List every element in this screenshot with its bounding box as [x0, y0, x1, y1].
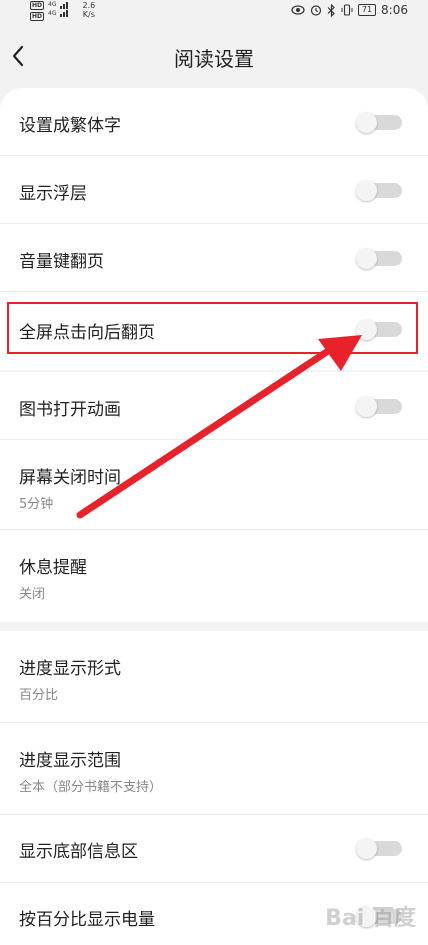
hd-badge: HD — [30, 12, 45, 21]
setting-label: 显示浮层 — [19, 184, 87, 204]
bottom-info-toggle[interactable] — [356, 838, 402, 859]
network-speed-value: 2.6 — [82, 1, 96, 10]
network-indicators: 4G 4G — [48, 1, 56, 17]
setting-row-progress-range[interactable]: 进度显示范围 全本（部分书籍不支持） — [0, 722, 428, 815]
status-left: HD HD 4G 4G 2.6 K/s — [30, 1, 95, 21]
toggle-knob — [356, 396, 377, 417]
traditional-toggle[interactable] — [356, 112, 402, 133]
setting-label: 音量键翻页 — [19, 252, 104, 272]
setting-label: 屏幕关闭时间 — [19, 468, 121, 488]
sim-indicators: HD HD — [30, 1, 45, 21]
network-speed-unit: K/s — [82, 10, 95, 19]
setting-row-bottom-info[interactable]: 显示底部信息区 — [0, 814, 428, 883]
setting-row-volume-page[interactable]: 音量键翻页 — [0, 223, 428, 292]
settings-group-display: 图书打开动画 屏幕关闭时间 5分钟 休息提醒 关闭 — [0, 372, 428, 622]
status-bar: HD HD 4G 4G 2.6 K/s 71 8:06 — [0, 0, 428, 22]
status-right: 71 8:06 — [291, 3, 408, 17]
setting-label: 图书打开动画 — [19, 400, 121, 420]
setting-value: 关闭 — [19, 587, 46, 602]
toggle-knob — [356, 248, 377, 269]
setting-row-traditional[interactable]: 设置成繁体字 — [0, 88, 428, 156]
signal-icon — [60, 2, 69, 17]
battery-level: 71 — [357, 4, 377, 16]
volume-page-toggle[interactable] — [356, 248, 402, 269]
alarm-icon — [310, 5, 321, 16]
setting-label: 按百分比显示电量 — [19, 910, 155, 930]
settings-group-progress: 进度显示形式 百分比 进度显示范围 全本（部分书籍不支持） 显示底部信息区 按百… — [0, 631, 428, 945]
clock: 8:06 — [381, 3, 408, 17]
page-title: 阅读设置 — [174, 47, 254, 71]
setting-row-rest-reminder[interactable]: 休息提醒 关闭 — [0, 529, 428, 622]
toggle-knob — [356, 838, 377, 859]
network-speed: 2.6 K/s — [82, 1, 95, 19]
eye-icon — [291, 5, 305, 15]
setting-row-floating-layer[interactable]: 显示浮层 — [0, 155, 428, 224]
header: 阅读设置 — [0, 22, 428, 92]
setting-value: 全本（部分书籍不支持） — [19, 780, 163, 795]
setting-label: 显示底部信息区 — [19, 842, 138, 862]
setting-row-screen-off[interactable]: 屏幕关闭时间 5分钟 — [0, 439, 428, 530]
watermark-logo: Bai 百度 — [325, 906, 416, 931]
network-type: 4G — [48, 1, 57, 8]
vibrate-icon — [341, 4, 353, 16]
bluetooth-icon — [327, 3, 335, 17]
setting-row-progress-format[interactable]: 进度显示形式 百分比 — [0, 631, 428, 723]
highlight-box — [7, 302, 418, 354]
toggle-knob — [356, 180, 377, 201]
floating-layer-toggle[interactable] — [356, 180, 402, 201]
setting-label: 进度显示范围 — [19, 751, 121, 771]
book-open-anim-toggle[interactable] — [356, 396, 402, 417]
hd-badge: HD — [30, 1, 45, 10]
setting-label: 进度显示形式 — [19, 659, 121, 679]
setting-value: 百分比 — [19, 688, 59, 703]
toggle-knob — [356, 112, 377, 133]
setting-row-book-open-anim[interactable]: 图书打开动画 — [0, 372, 428, 440]
setting-label: 休息提醒 — [19, 558, 87, 578]
setting-label: 设置成繁体字 — [19, 116, 121, 136]
network-type: 4G — [48, 10, 57, 17]
setting-value: 5分钟 — [19, 497, 54, 512]
